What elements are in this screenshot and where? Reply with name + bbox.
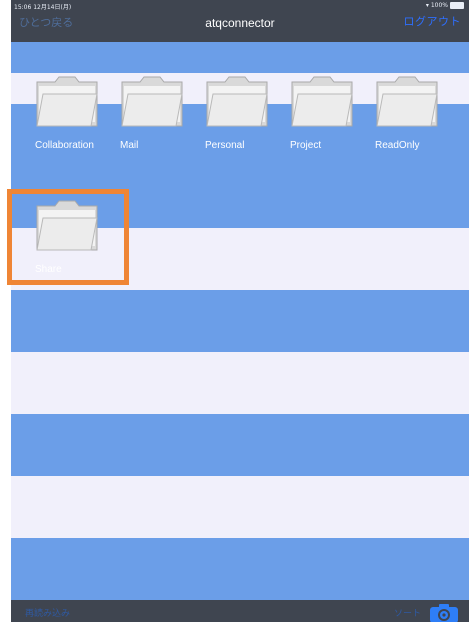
folder-readonly[interactable]: ReadOnly <box>351 72 438 152</box>
folder-collaboration[interactable]: Collaboration <box>11 72 98 152</box>
stripe-row <box>11 352 469 414</box>
reload-button[interactable]: 再読み込み <box>25 606 70 619</box>
folder-icon <box>376 76 438 127</box>
battery-icon <box>450 2 464 9</box>
battery-percent: 100% <box>430 2 448 9</box>
camera-icon[interactable] <box>429 602 459 622</box>
stripe-row <box>11 42 469 73</box>
stripe-row <box>11 290 469 352</box>
folder-label: Collaboration <box>35 140 94 151</box>
folder-label: Personal <box>205 140 245 151</box>
folder-icon <box>121 76 183 127</box>
folder-icon <box>291 76 353 127</box>
bottom-toolbar: 再読み込み ソート <box>11 600 469 622</box>
folder-personal[interactable]: Personal <box>181 72 268 152</box>
logout-button[interactable]: ログアウト <box>404 13 462 29</box>
folder-label: ReadOnly <box>375 140 420 151</box>
stripe-row <box>11 414 469 476</box>
status-date: 12月14日(月) <box>33 4 72 11</box>
highlight-box <box>7 189 129 285</box>
status-bar-left: 15:06 12月14日(月) <box>14 2 71 11</box>
sort-button[interactable]: ソート <box>394 606 421 619</box>
status-time: 15:06 <box>14 4 32 11</box>
folder-label: Project <box>290 140 322 151</box>
page-title: atqconnector <box>205 16 275 30</box>
folder-icon <box>206 76 268 127</box>
top-navigation-bar: 15:06 12月14日(月) ▾ 100% ひとつ戻る atqconnecto… <box>11 0 469 42</box>
app-screen: 15:06 12月14日(月) ▾ 100% ひとつ戻る atqconnecto… <box>11 0 469 622</box>
wifi-icon: ▾ <box>425 2 429 9</box>
folder-mail[interactable]: Mail <box>96 72 183 152</box>
folder-icon <box>36 76 98 127</box>
status-bar-right: ▾ 100% <box>426 2 464 9</box>
stripe-row <box>11 476 469 538</box>
folder-project[interactable]: Project <box>266 72 353 152</box>
stripe-row <box>11 538 469 600</box>
folder-label: Mail <box>120 140 139 151</box>
